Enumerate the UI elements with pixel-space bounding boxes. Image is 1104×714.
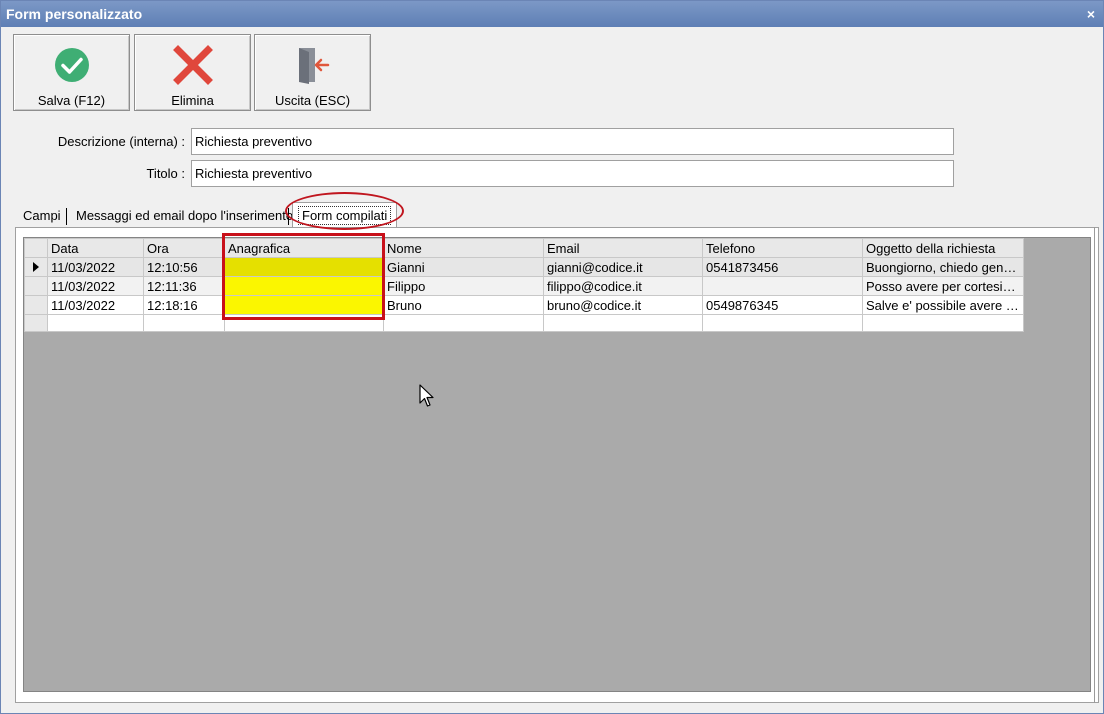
- cell-empty[interactable]: [862, 314, 1024, 332]
- form-window: Form personalizzato × Salva (F12) Elimin…: [0, 0, 1104, 714]
- current-row-indicator: [24, 257, 48, 277]
- close-button[interactable]: ×: [1087, 1, 1095, 27]
- submissions-grid: Data Ora Anagrafica Nome Email Telefono …: [24, 238, 1024, 332]
- column-header-data[interactable]: Data: [47, 238, 144, 258]
- window-title: Form personalizzato: [6, 6, 143, 22]
- tab-campi[interactable]: Campi: [19, 204, 65, 227]
- table-row[interactable]: 11/03/2022 12:10:56 Gianni gianni@codice…: [24, 257, 1024, 277]
- cell-anagrafica[interactable]: [224, 257, 384, 277]
- new-row[interactable]: [24, 314, 1024, 332]
- x-icon: [135, 45, 250, 85]
- cell-ora[interactable]: 12:18:16: [143, 295, 225, 315]
- column-header-email[interactable]: Email: [543, 238, 703, 258]
- tab-separator: [288, 208, 289, 225]
- cell-data[interactable]: 11/03/2022: [47, 276, 144, 296]
- cell-email[interactable]: gianni@codice.it: [543, 257, 703, 277]
- cell-empty[interactable]: [143, 314, 225, 332]
- row-indicator: [24, 276, 48, 296]
- cell-empty[interactable]: [383, 314, 544, 332]
- cell-telefono[interactable]: [702, 276, 863, 296]
- cell-ora[interactable]: 12:11:36: [143, 276, 225, 296]
- table-row[interactable]: 11/03/2022 12:18:16 Bruno bruno@codice.i…: [24, 295, 1024, 315]
- cell-email[interactable]: filippo@codice.it: [543, 276, 703, 296]
- cell-nome[interactable]: Bruno: [383, 295, 544, 315]
- delete-label: Elimina: [171, 93, 214, 108]
- exit-button[interactable]: Uscita (ESC): [254, 34, 371, 111]
- save-label: Salva (F12): [37, 93, 106, 108]
- panel-edge: [1094, 227, 1100, 703]
- cell-empty[interactable]: [702, 314, 863, 332]
- grid-header-row: Data Ora Anagrafica Nome Email Telefono …: [24, 238, 1024, 258]
- save-button[interactable]: Salva (F12): [13, 34, 130, 111]
- cell-telefono[interactable]: 0549876345: [702, 295, 863, 315]
- tab-form-compilati-label: Form compilati: [298, 206, 392, 225]
- exit-door-icon: [255, 45, 370, 85]
- table-row[interactable]: 11/03/2022 12:11:36 Filippo filippo@codi…: [24, 276, 1024, 296]
- delete-button[interactable]: Elimina: [134, 34, 251, 111]
- column-header-nome[interactable]: Nome: [383, 238, 544, 258]
- row-indicator-header: [24, 238, 48, 258]
- description-input[interactable]: [191, 128, 954, 155]
- title-input[interactable]: [191, 160, 954, 187]
- cell-oggetto[interactable]: Salve e' possibile avere …: [862, 295, 1024, 315]
- cell-empty[interactable]: [543, 314, 703, 332]
- cell-ora[interactable]: 12:10:56: [143, 257, 225, 277]
- mouse-cursor-icon: [419, 384, 435, 411]
- column-header-telefono[interactable]: Telefono: [702, 238, 863, 258]
- cell-telefono[interactable]: 0541873456: [702, 257, 863, 277]
- cell-anagrafica[interactable]: [224, 276, 384, 296]
- column-header-anagrafica[interactable]: Anagrafica: [224, 238, 384, 258]
- cell-nome[interactable]: Filippo: [383, 276, 544, 296]
- cell-empty[interactable]: [224, 314, 384, 332]
- row-indicator: [24, 314, 48, 332]
- row-pointer-icon: [33, 261, 39, 272]
- tab-messaggi[interactable]: Messaggi ed email dopo l'inserimento: [72, 204, 297, 227]
- cell-nome[interactable]: Gianni: [383, 257, 544, 277]
- tab-form-compilati[interactable]: Form compilati: [292, 202, 398, 229]
- cell-data[interactable]: 11/03/2022: [47, 257, 144, 277]
- cell-data[interactable]: 11/03/2022: [47, 295, 144, 315]
- cell-oggetto[interactable]: Buongiorno, chiedo gen…: [862, 257, 1024, 277]
- column-header-ora[interactable]: Ora: [143, 238, 225, 258]
- title-bar: Form personalizzato ×: [1, 1, 1103, 27]
- title-label: Titolo :: [146, 166, 185, 181]
- exit-label: Uscita (ESC): [274, 93, 351, 108]
- column-header-oggetto[interactable]: Oggetto della richiesta: [862, 238, 1024, 258]
- cell-oggetto[interactable]: Posso avere per cortesi…: [862, 276, 1024, 296]
- cell-anagrafica[interactable]: [224, 295, 384, 315]
- check-circle-icon: [14, 45, 129, 85]
- tab-separator: [66, 208, 67, 225]
- cell-empty[interactable]: [47, 314, 144, 332]
- cell-email[interactable]: bruno@codice.it: [543, 295, 703, 315]
- description-label: Descrizione (interna) :: [57, 134, 185, 149]
- row-indicator: [24, 295, 48, 315]
